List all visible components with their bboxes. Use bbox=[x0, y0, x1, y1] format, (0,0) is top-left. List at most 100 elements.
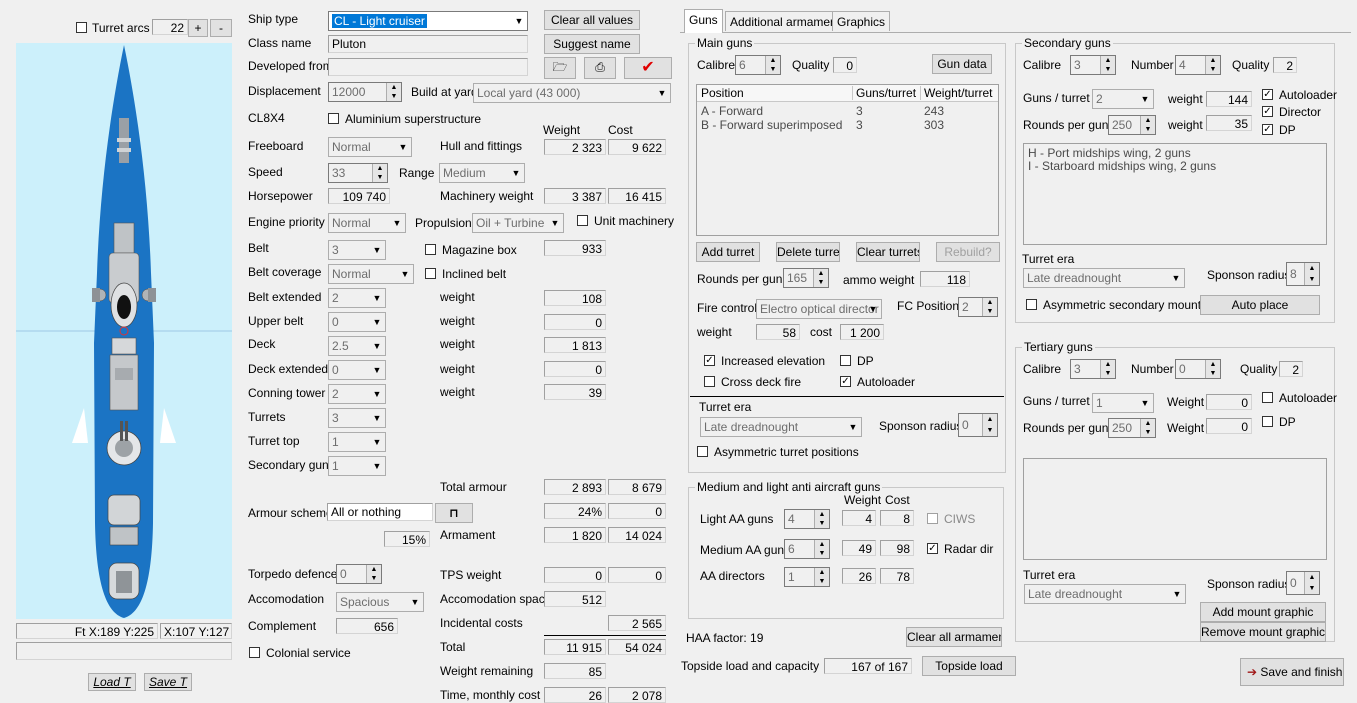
upper-belt-select[interactable]: 0 ▼ bbox=[328, 312, 386, 332]
sg-calibre-spinner[interactable]: 3 ▲ ▼ bbox=[1070, 55, 1116, 75]
armour-scheme-button[interactable]: ⊓ bbox=[435, 503, 473, 523]
rebuild-button[interactable]: Rebuild? bbox=[936, 242, 1000, 262]
deck-extended-select[interactable]: 0 ▼ bbox=[328, 360, 386, 380]
main-guns-table[interactable]: Position Guns/turret Weight/turret A - F… bbox=[696, 84, 999, 236]
arc-plus-button[interactable]: + bbox=[188, 19, 208, 37]
tg-autoloader-checkbox[interactable] bbox=[1262, 392, 1273, 403]
mg-sponson-spinner[interactable]: 0 ▲ ▼ bbox=[958, 413, 998, 437]
speed-spinner[interactable]: 33 ▲ ▼ bbox=[328, 163, 388, 183]
load-button[interactable]: Load T bbox=[88, 673, 136, 691]
engine-priority-select[interactable]: Normal ▼ bbox=[328, 213, 406, 233]
conning-select[interactable]: 2 ▼ bbox=[328, 384, 386, 404]
save-button[interactable]: Save T bbox=[144, 673, 192, 691]
sg-rounds-spinner[interactable]: 250 ▲ ▼ bbox=[1108, 115, 1156, 135]
secondary-guns-select[interactable]: 1 ▼ bbox=[328, 456, 386, 476]
fire-control-select[interactable]: Electro optical director ▼ bbox=[756, 299, 882, 319]
tab-guns[interactable]: Guns bbox=[684, 9, 723, 33]
add-mount-graphic-button[interactable]: Add mount graphic bbox=[1200, 602, 1326, 622]
turret-arcs-checkbox[interactable] bbox=[76, 22, 87, 33]
propulsion-select[interactable]: Oil + Turbine ▼ bbox=[472, 213, 564, 233]
sg-sponson-spinner[interactable]: 8 ▲ ▼ bbox=[1286, 262, 1320, 286]
clear-turrets-button[interactable]: Clear turrets bbox=[856, 242, 920, 262]
colonial-checkbox[interactable] bbox=[249, 647, 260, 658]
asymmetric-turret-checkbox[interactable] bbox=[697, 446, 708, 457]
tg-number-spinner[interactable]: 0 ▲ ▼ bbox=[1175, 359, 1221, 379]
armour-scheme-field[interactable]: All or nothing bbox=[327, 503, 433, 521]
col-position-header[interactable]: Position bbox=[701, 86, 744, 100]
belt-select[interactable]: 3 ▼ bbox=[328, 240, 386, 260]
ciws-checkbox[interactable] bbox=[927, 513, 938, 524]
arc-value-field[interactable]: 22 bbox=[152, 19, 188, 35]
displacement-spinner[interactable]: 12000 ▲ ▼ bbox=[328, 82, 402, 102]
magazine-box-checkbox[interactable] bbox=[425, 244, 436, 255]
col-guns-turret-header[interactable]: Guns/turret bbox=[852, 86, 916, 100]
clear-all-values-button[interactable]: Clear all values bbox=[544, 10, 640, 30]
deck-select[interactable]: 2.5 ▼ bbox=[328, 336, 386, 356]
accomodation-select[interactable]: Spacious ▼ bbox=[336, 592, 424, 612]
sg-number-spinner[interactable]: 4 ▲ ▼ bbox=[1175, 55, 1221, 75]
list-item[interactable]: I - Starboard midships wing, 2 guns bbox=[1028, 159, 1216, 173]
add-turret-button[interactable]: Add turret bbox=[696, 242, 760, 262]
tg-turret-era-select[interactable]: Late dreadnought ▼ bbox=[1024, 584, 1186, 604]
medium-aa-spinner[interactable]: 6 ▲ ▼ bbox=[784, 539, 830, 559]
inclined-belt-checkbox[interactable] bbox=[425, 268, 436, 279]
torpedo-spinner[interactable]: 0 ▲ ▼ bbox=[336, 564, 382, 584]
radar-dir-checkbox[interactable]: ✓ bbox=[927, 543, 938, 554]
range-select[interactable]: Medium ▼ bbox=[439, 163, 525, 183]
list-item[interactable]: H - Port midships wing, 2 guns bbox=[1028, 146, 1191, 160]
sg-director-checkbox[interactable]: ✓ bbox=[1262, 106, 1273, 117]
class-name-input[interactable]: Pluton bbox=[328, 35, 528, 53]
cross-deck-checkbox[interactable] bbox=[704, 376, 715, 387]
sg-mounts-list[interactable]: H - Port midships wing, 2 guns I - Starb… bbox=[1023, 143, 1327, 245]
turret-top-select[interactable]: 1 ▼ bbox=[328, 432, 386, 452]
ship-view-canvas[interactable] bbox=[16, 43, 232, 619]
aluminium-checkbox[interactable] bbox=[328, 113, 339, 124]
unit-machinery-checkbox[interactable] bbox=[577, 215, 588, 226]
arc-minus-button[interactable]: - bbox=[210, 19, 232, 37]
suggest-name-button[interactable]: Suggest name bbox=[544, 34, 640, 54]
mg-turret-era-select[interactable]: Late dreadnought ▼ bbox=[700, 417, 862, 437]
mg-autoloader-checkbox[interactable]: ✓ bbox=[840, 376, 851, 387]
accept-button[interactable]: ✔ bbox=[624, 57, 672, 79]
belt-coverage-select[interactable]: Normal ▼ bbox=[328, 264, 414, 284]
tg-guns-turret-select[interactable]: 1 ▼ bbox=[1092, 393, 1154, 413]
clear-all-armament-button[interactable]: Clear all armament bbox=[906, 627, 1002, 647]
col-weight-turret-header[interactable]: Weight/turret bbox=[920, 86, 992, 100]
save-and-finish-button[interactable]: ➔ Save and finish bbox=[1240, 658, 1344, 686]
table-row[interactable]: A - Forward 3 243 bbox=[697, 104, 998, 118]
tg-calibre-spinner[interactable]: 3 ▲ ▼ bbox=[1070, 359, 1116, 379]
deck-extended-label: Deck extended bbox=[248, 362, 329, 376]
mg-dp-checkbox[interactable] bbox=[840, 355, 851, 366]
sg-dp-checkbox[interactable]: ✓ bbox=[1262, 124, 1273, 135]
freeboard-select[interactable]: Normal ▼ bbox=[328, 137, 412, 157]
remove-mount-graphic-button[interactable]: Remove mount graphic bbox=[1200, 622, 1326, 642]
build-at-yard-select[interactable]: Local yard (43 000) ▼ bbox=[473, 83, 671, 103]
tg-dp-checkbox[interactable] bbox=[1262, 416, 1273, 427]
sg-asymmetric-checkbox[interactable] bbox=[1026, 299, 1037, 310]
mg-calibre-spinner[interactable]: 6 ▲ ▼ bbox=[735, 55, 781, 75]
print-button[interactable]: ⎙ bbox=[584, 57, 616, 79]
tg-mounts-list[interactable] bbox=[1023, 458, 1327, 560]
table-row[interactable]: B - Forward superimposed 3 303 bbox=[697, 118, 998, 132]
tab-additional-armament[interactable]: Additional armament bbox=[725, 11, 846, 31]
mg-rounds-spinner[interactable]: 165 ▲ ▼ bbox=[783, 268, 829, 288]
tg-rounds-spinner[interactable]: 250 ▲ ▼ bbox=[1108, 418, 1156, 438]
tab-graphics[interactable]: Graphics bbox=[832, 11, 891, 31]
ship-type-select[interactable]: CL - Light cruiser ▼ bbox=[328, 11, 528, 31]
sg-guns-turret-select[interactable]: 2 ▼ bbox=[1092, 89, 1154, 109]
gun-data-button[interactable]: Gun data bbox=[932, 54, 992, 74]
delete-turret-button[interactable]: Delete turret bbox=[776, 242, 840, 262]
sg-autoloader-checkbox[interactable]: ✓ bbox=[1262, 89, 1273, 100]
topside-load-button[interactable]: Topside load bbox=[922, 656, 1016, 676]
tg-sponson-spinner[interactable]: 0 ▲ ▼ bbox=[1286, 571, 1320, 595]
belt-extended-select[interactable]: 2 ▼ bbox=[328, 288, 386, 308]
increased-elevation-checkbox[interactable]: ✓ bbox=[704, 355, 715, 366]
sg-turret-era-select[interactable]: Late dreadnought ▼ bbox=[1023, 268, 1185, 288]
open-folder-button[interactable]: 🗁 bbox=[544, 57, 576, 79]
fc-positions-spinner[interactable]: 2 ▲ ▼ bbox=[958, 297, 998, 317]
turrets-select[interactable]: 3 ▼ bbox=[328, 408, 386, 428]
developed-from-input[interactable] bbox=[328, 58, 528, 76]
aa-directors-spinner[interactable]: 1 ▲ ▼ bbox=[784, 567, 830, 587]
light-aa-spinner[interactable]: 4 ▲ ▼ bbox=[784, 509, 830, 529]
auto-place-button[interactable]: Auto place bbox=[1200, 295, 1320, 315]
